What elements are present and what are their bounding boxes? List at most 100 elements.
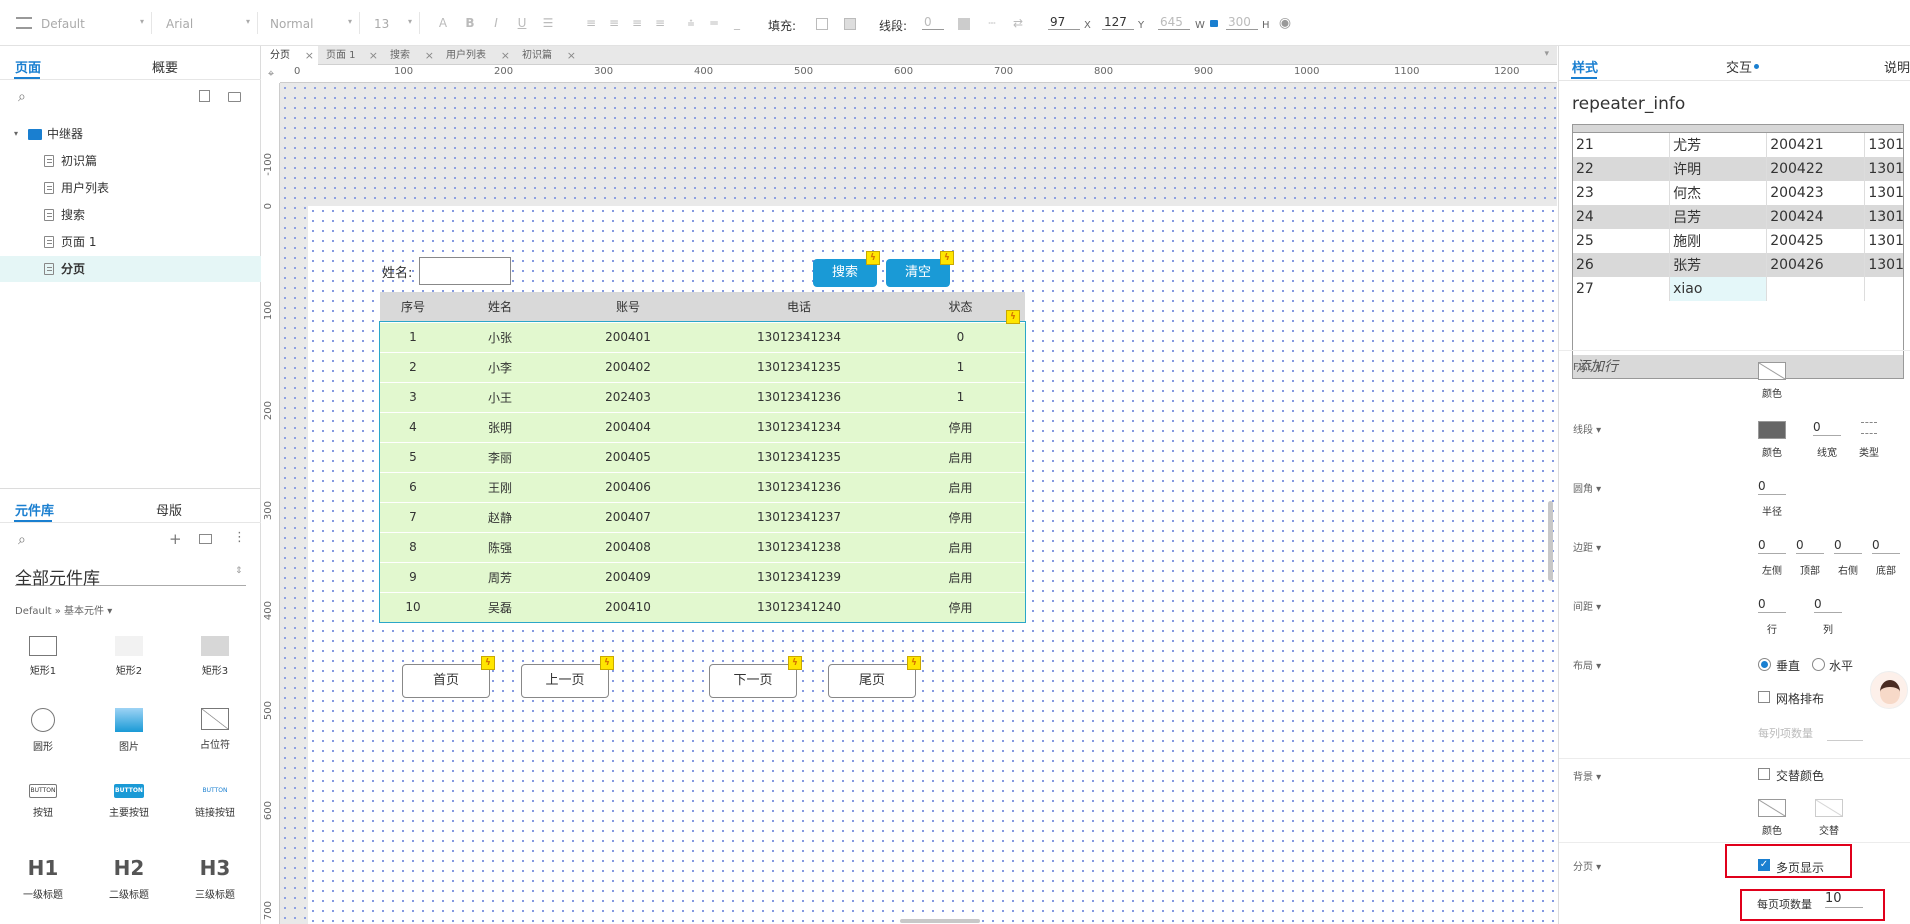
close-icon[interactable]: ×	[305, 46, 314, 65]
search-icon[interactable]: ⌕	[18, 89, 26, 105]
close-icon[interactable]: ×	[501, 46, 510, 65]
dataset-cell[interactable]: 许明	[1669, 157, 1768, 181]
widget-rect2[interactable]: 矩形2	[94, 636, 164, 677]
avatar[interactable]	[1870, 671, 1908, 709]
widget-primary-button[interactable]: BUTTON 主要按钮	[94, 784, 164, 819]
tab-masters[interactable]: 母版	[156, 500, 182, 519]
widget-name-title[interactable]: repeater_info	[1572, 94, 1685, 114]
format-painter-icon[interactable]	[16, 17, 32, 29]
valign-top-icon[interactable]: ⩮	[684, 17, 698, 29]
dataset-row[interactable]: 22 许明 200422 1301	[1573, 157, 1903, 181]
tab-outline[interactable]: 概要	[152, 57, 178, 76]
design-stage[interactable]: 姓名: 搜索 ϟ 清空 ϟ 序号 姓名 账号 电话 状态 1 小张 200401…	[280, 83, 1557, 924]
fill-color-icon[interactable]	[816, 18, 828, 30]
dataset-cell[interactable]	[1864, 277, 1903, 301]
library-select[interactable]: 全部元件库 ⇕	[15, 564, 246, 589]
first-page-button[interactable]: 首页	[402, 664, 490, 698]
widget-image[interactable]: 图片	[94, 708, 164, 753]
valign-middle-icon[interactable]: ═	[707, 17, 721, 29]
radius-input[interactable]: 0	[1758, 479, 1786, 495]
next-page-button[interactable]: 下一页	[709, 664, 797, 698]
eye-icon[interactable]: ◉	[1278, 16, 1292, 30]
bold-icon[interactable]: B	[463, 17, 477, 29]
padding-right-input[interactable]: 0	[1834, 538, 1862, 554]
dataset-cell[interactable]: 1301	[1864, 229, 1903, 253]
stroke-section-label[interactable]: 线段 ▾	[1573, 421, 1601, 436]
col-spacing-input[interactable]: 0	[1814, 597, 1842, 613]
font-size-select[interactable]: 13 ▾	[366, 12, 420, 34]
grid-checkbox[interactable]	[1758, 691, 1770, 703]
name-input[interactable]	[419, 257, 511, 285]
table-row[interactable]: 6 王刚 200406 13012341236 启用	[380, 472, 1025, 503]
dataset-cell[interactable]: 张芳	[1669, 253, 1768, 277]
padding-left-input[interactable]: 0	[1758, 538, 1786, 554]
widget-h1[interactable]: H1 一级标题	[8, 856, 78, 901]
font-color-icon[interactable]: A	[436, 17, 450, 29]
dataset-cell[interactable]: 200424	[1766, 205, 1866, 229]
tab-interaction[interactable]: 交互	[1726, 57, 1752, 76]
tab-page1[interactable]: 页面 1 ×	[318, 46, 382, 65]
alternate-color-checkbox[interactable]	[1758, 768, 1770, 780]
prev-page-button[interactable]: 上一页	[521, 664, 609, 698]
add-page-icon[interactable]	[199, 90, 210, 102]
x-input[interactable]: 97	[1048, 15, 1080, 30]
dataset-cell[interactable]: 1301	[1864, 181, 1903, 205]
padding-bottom-input[interactable]: 0	[1872, 538, 1900, 554]
stroke-width-input[interactable]: 0	[922, 15, 944, 30]
add-row-link[interactable]: 添加行	[1573, 355, 1903, 378]
close-icon[interactable]: ×	[369, 46, 378, 65]
dataset-cell[interactable]: 200425	[1766, 229, 1866, 253]
width-input[interactable]: 645	[1158, 15, 1190, 30]
search-icon[interactable]: ⌕	[18, 532, 26, 548]
tree-page-search[interactable]: 搜索	[0, 202, 261, 228]
table-row[interactable]: 5 李丽 200405 13012341235 启用	[380, 442, 1025, 473]
table-row[interactable]: 3 小王 202403 13012341236 1	[380, 382, 1025, 413]
table-row[interactable]: 4 张明 200404 13012341234 停用	[380, 412, 1025, 443]
height-input[interactable]: 300	[1226, 15, 1258, 30]
lock-icon[interactable]	[1210, 20, 1218, 27]
stroke-color-swatch[interactable]	[1758, 421, 1786, 439]
bg-color-swatch[interactable]	[1758, 799, 1786, 817]
stroke-color-icon[interactable]	[958, 18, 970, 30]
tab-user-list[interactable]: 用户列表 ×	[438, 46, 514, 65]
tab-style[interactable]: 样式	[1572, 57, 1598, 76]
tree-page-intro[interactable]: 初识篇	[0, 148, 261, 174]
stroke-pattern-icon[interactable]: ┄	[985, 17, 999, 29]
widget-circle[interactable]: 圆形	[8, 708, 78, 753]
last-page-button[interactable]: 尾页	[828, 664, 916, 698]
fill-image-icon[interactable]	[844, 18, 856, 30]
add-folder-icon[interactable]	[228, 92, 241, 102]
radius-section-label[interactable]: 圆角 ▾	[1573, 480, 1601, 495]
close-icon[interactable]: ×	[425, 46, 434, 65]
more-options-icon[interactable]: ⋮	[233, 530, 246, 545]
dataset-cell[interactable]: 23	[1573, 181, 1671, 205]
background-section-label[interactable]: 背景 ▾	[1573, 768, 1601, 783]
tab-library[interactable]: 元件库	[15, 500, 54, 519]
padding-section-label[interactable]: 边距 ▾	[1573, 539, 1601, 554]
paging-section-label[interactable]: 分页 ▾	[1573, 858, 1601, 873]
tab-intro[interactable]: 初识篇 ×	[514, 46, 580, 65]
dataset-cell[interactable]: 200421	[1766, 133, 1866, 157]
table-row[interactable]: 2 小李 200402 13012341235 1	[380, 352, 1025, 383]
per-page-input[interactable]: 10	[1825, 891, 1863, 908]
align-right-icon[interactable]: ≡	[630, 17, 644, 29]
tree-page-page1[interactable]: 页面 1	[0, 229, 261, 255]
dataset-row[interactable]: 24 吕芳 200424 1301	[1573, 205, 1903, 229]
dataset-cell[interactable]: 26	[1573, 253, 1671, 277]
dataset-cell[interactable]: xiao	[1669, 277, 1768, 301]
table-row[interactable]: 9 周芳 200409 13012341239 启用	[380, 562, 1025, 593]
fill-section-label[interactable]: FILL ▾	[1573, 362, 1601, 373]
dataset-cell[interactable]	[1766, 277, 1866, 301]
stroke-width-input[interactable]: 0	[1813, 420, 1841, 436]
dataset-cell[interactable]: 1301	[1864, 205, 1903, 229]
tab-notes[interactable]: 说明	[1884, 57, 1910, 76]
page-surface[interactable]: 姓名: 搜索 ϟ 清空 ϟ 序号 姓名 账号 电话 状态 1 小张 200401…	[308, 206, 1557, 924]
close-icon[interactable]: ×	[567, 46, 576, 65]
ruler-corner-icon[interactable]: ⌖	[262, 65, 280, 83]
stroke-type-icon[interactable]	[1861, 422, 1877, 434]
tree-page-user-list[interactable]: 用户列表	[0, 175, 261, 201]
chevron-down-icon[interactable]: ▾	[14, 121, 18, 147]
font-select[interactable]: Arial ▾	[158, 12, 258, 34]
repeater-dataset-grid[interactable]: 21 尤芳 200421 1301 22 许明 200422 1301 23 何杰 200423 13…	[1572, 124, 1904, 379]
style-select[interactable]: Default ▾	[36, 12, 152, 34]
